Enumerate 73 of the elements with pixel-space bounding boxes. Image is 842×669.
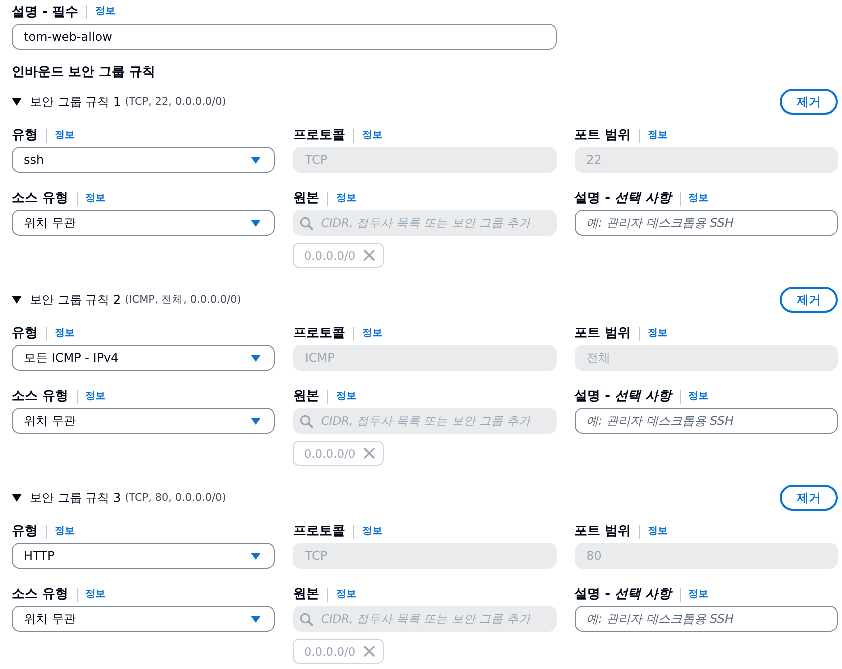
- dropdown-field[interactable]: 위치 무관: [12, 210, 276, 236]
- info-link[interactable]: 정보: [95, 5, 116, 19]
- text-field: 22: [574, 147, 838, 173]
- search-field: CIDR, 접두사 목록 또는 보안 그룹 추가: [293, 606, 557, 632]
- dropdown-field[interactable]: 위치 무관: [12, 408, 276, 434]
- caret-down-icon[interactable]: [12, 98, 22, 106]
- rule-summary: (TCP, 80, 0.0.0.0/0): [125, 492, 226, 504]
- info-link[interactable]: 정보: [86, 588, 106, 602]
- text-field[interactable]: 예: 관리자 데스크톱용 SSH: [574, 210, 838, 236]
- section-heading: 인바운드 보안 그룹 규칙: [12, 64, 157, 82]
- rule-title: 보안 그룹 규칙 1: [30, 94, 122, 110]
- info-link[interactable]: 정보: [55, 524, 75, 538]
- search-icon: [300, 414, 314, 428]
- caret-down-icon: [251, 220, 262, 226]
- search-icon: [300, 612, 314, 626]
- info-link[interactable]: 정보: [86, 390, 106, 404]
- text-field: ICMP: [293, 345, 557, 371]
- info-link[interactable]: 정보: [86, 192, 106, 206]
- rule-summary: (ICMP, 전체, 0.0.0.0/0): [125, 293, 242, 307]
- remove-button[interactable]: 제거: [780, 485, 838, 511]
- caret-down-icon: [251, 418, 262, 424]
- field-label: 포트 범위: [574, 523, 632, 540]
- remove-button[interactable]: 제거: [780, 89, 838, 115]
- field-label: 원본: [293, 586, 320, 603]
- caret-down-icon[interactable]: [12, 494, 22, 502]
- info-link[interactable]: 정보: [55, 128, 75, 142]
- info-link[interactable]: 정보: [688, 588, 709, 602]
- field-label: 설명 - 선택 사항: [574, 388, 672, 405]
- field-label: 포트 범위: [574, 127, 632, 144]
- caret-down-icon: [251, 354, 262, 362]
- field-label: 소스 유형: [12, 388, 69, 405]
- rule-title: 보안 그룹 규칙 2: [30, 292, 122, 308]
- dropdown-field[interactable]: HTTP: [12, 543, 276, 569]
- text-field[interactable]: 예: 관리자 데스크톱용 SSH: [574, 606, 838, 632]
- search-field: CIDR, 접두사 목록 또는 보안 그룹 추가: [293, 210, 557, 236]
- dropdown-field[interactable]: ssh: [12, 147, 276, 173]
- field-label: 유형: [12, 325, 38, 342]
- caret-down-icon[interactable]: [12, 296, 22, 304]
- text-field: 80: [574, 543, 838, 569]
- rule-summary: (TCP, 22, 0.0.0.0/0): [125, 96, 226, 108]
- field-label: 프로토콜: [293, 325, 346, 342]
- caret-down-icon: [251, 616, 262, 622]
- info-link[interactable]: 정보: [688, 390, 709, 404]
- token-text: 0.0.0.0/0: [304, 446, 356, 460]
- field-label: 유형: [12, 127, 38, 144]
- field-label: 유형: [12, 523, 38, 540]
- field-label: 소스 유형: [12, 586, 69, 603]
- field-label: 설명 - 필수: [12, 4, 78, 20]
- field-label: 프로토콜: [293, 523, 346, 540]
- search-icon: [300, 216, 314, 230]
- field-label: 원본: [293, 190, 320, 207]
- field-label: 원본: [293, 388, 320, 405]
- token-text: 0.0.0.0/0: [304, 644, 356, 658]
- search-field: CIDR, 접두사 목록 또는 보안 그룹 추가: [293, 408, 557, 434]
- text-field: TCP: [293, 147, 557, 173]
- field-label: 프로토콜: [293, 127, 346, 144]
- field-label: 설명 - 선택 사항: [574, 586, 672, 603]
- text-field: 전체: [574, 345, 838, 371]
- text-field: TCP: [293, 543, 557, 569]
- text-field[interactable]: tom-web-allow: [12, 24, 557, 50]
- caret-down-icon: [251, 552, 262, 560]
- dropdown-field[interactable]: 위치 무관: [12, 606, 276, 632]
- remove-button[interactable]: 제거: [780, 287, 838, 313]
- text-field[interactable]: 예: 관리자 데스크톱용 SSH: [574, 408, 838, 434]
- token-text: 0.0.0.0/0: [304, 248, 356, 262]
- info-link[interactable]: 정보: [55, 326, 75, 340]
- field-label: 소스 유형: [12, 190, 69, 207]
- info-link[interactable]: 정보: [688, 192, 709, 206]
- caret-down-icon: [251, 156, 262, 164]
- dropdown-field[interactable]: 모든 ICMP - IPv4: [12, 345, 276, 371]
- field-label: 포트 범위: [574, 325, 632, 342]
- rule-title: 보안 그룹 규칙 3: [30, 490, 122, 506]
- field-label: 설명 - 선택 사항: [574, 190, 672, 207]
